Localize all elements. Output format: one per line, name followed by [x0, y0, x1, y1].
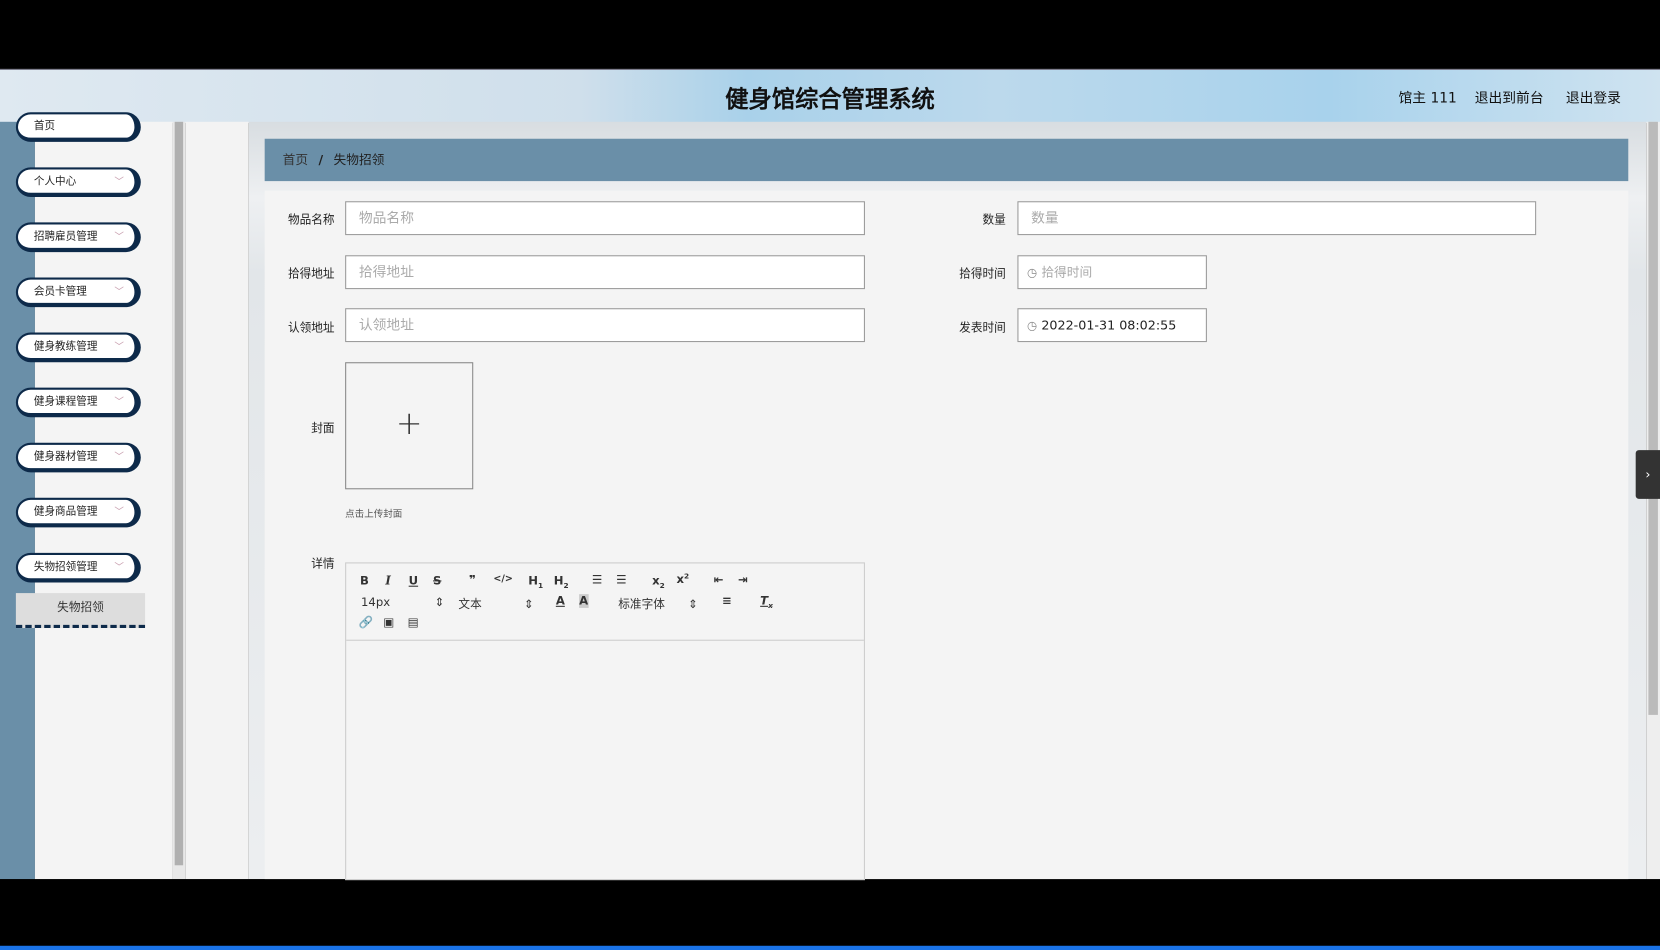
breadcrumb: 首页 / 失物招领 — [264, 138, 1629, 182]
menu-label: 招聘雇员管理 — [33, 230, 98, 243]
claim-address-label: 认领地址 — [287, 320, 335, 335]
heading-value: 文本 — [458, 597, 482, 612]
breadcrumb-home[interactable]: 首页 — [283, 153, 308, 168]
sidebar-item-home[interactable]: 首页 — [15, 112, 141, 142]
background-color-icon[interactable]: A — [579, 594, 589, 608]
quantity-label: 数量 — [982, 212, 1006, 227]
align-icon[interactable]: ≡ — [722, 594, 732, 608]
breadcrumb-separator: / — [318, 152, 324, 168]
menu-label: 首页 — [33, 120, 56, 133]
chevron-down-icon: ﹀ — [114, 507, 124, 518]
sidebar-subitem-lost-found[interactable]: 失物招领 — [15, 593, 146, 629]
plus-icon: + — [395, 405, 423, 443]
indent-icon[interactable]: ⇥ — [738, 573, 748, 587]
select-arrows-icon: ⇕ — [434, 595, 445, 609]
editor-content[interactable] — [346, 641, 864, 880]
found-address-input[interactable] — [345, 255, 865, 290]
chevron-down-icon: ﹀ — [114, 452, 124, 463]
chevron-down-icon: ﹀ — [114, 342, 124, 353]
rich-text-editor: B I U S ❞ </> H1 H2 ☰ ☰ x2 x2 ⇤ ⇥ 14px ⇕ … — [345, 562, 865, 881]
name-input[interactable] — [345, 201, 865, 236]
chevron-down-icon: ﹀ — [114, 231, 124, 243]
chevron-down-icon: ﹀ — [114, 397, 124, 408]
italic-icon[interactable]: I — [385, 574, 390, 588]
found-address-label: 拾得地址 — [287, 266, 335, 281]
sidebar-item-coach[interactable]: 健身教练管理 ﹀ — [15, 332, 141, 363]
superscript-icon[interactable]: x2 — [677, 572, 690, 586]
image-icon[interactable]: ▣ — [383, 615, 394, 629]
menu-label: 健身器材管理 — [33, 451, 98, 463]
sidebar-item-staff[interactable]: 招聘雇员管理 ﹀ — [15, 222, 141, 253]
bullet-list-icon[interactable]: ☰ — [616, 573, 626, 587]
code-icon[interactable]: </> — [493, 574, 512, 585]
strike-icon[interactable]: S — [433, 574, 441, 588]
user-name: 馆主 111 — [1398, 91, 1457, 107]
menu-label: 个人中心 — [33, 175, 77, 188]
clock-icon: ◷ — [1026, 265, 1038, 280]
video-icon[interactable]: ▤ — [408, 615, 419, 629]
progress-line — [0, 945, 1660, 950]
to-front-link[interactable]: 退出到前台 — [1475, 87, 1544, 107]
font-family-select[interactable]: 标准字体 ⇕ — [618, 595, 698, 612]
underline-icon[interactable]: U — [409, 574, 418, 588]
sidebar-item-membership[interactable]: 会员卡管理 ﹀ — [15, 277, 141, 308]
cover-upload[interactable]: + — [345, 362, 474, 490]
sidebar-item-profile[interactable]: 个人中心 ﹀ — [15, 167, 141, 197]
sidebar-item-equipment[interactable]: 健身器材管理 ﹀ — [15, 442, 141, 473]
found-time-label: 拾得时间 — [959, 266, 1006, 281]
name-label: 物品名称 — [287, 212, 335, 227]
sidebar-item-lost-found[interactable]: 失物招领管理 ﹀ — [15, 552, 141, 583]
cover-label: 封面 — [311, 421, 335, 436]
subscript-icon[interactable]: x2 — [652, 574, 665, 590]
editor-toolbar: B I U S ❞ </> H1 H2 ☰ ☰ x2 x2 ⇤ ⇥ 14px ⇕ … — [346, 563, 864, 641]
bold-icon[interactable]: B — [360, 574, 369, 588]
main-gutter — [185, 121, 249, 880]
select-arrows-icon: ⇕ — [688, 597, 698, 612]
ordered-list-icon[interactable]: ☰ — [592, 573, 602, 587]
menu-label: 失物招领管理 — [33, 561, 98, 573]
blockquote-icon[interactable]: ❞ — [469, 573, 476, 587]
sidebar-item-goods[interactable]: 健身商品管理 ﹀ — [15, 497, 141, 528]
menu-label: 健身商品管理 — [33, 506, 98, 518]
font-color-icon[interactable]: A — [556, 594, 565, 608]
chevron-down-icon: ﹀ — [114, 176, 124, 188]
menu-label: 会员卡管理 — [33, 285, 87, 298]
link-icon[interactable]: 🔗 — [359, 615, 374, 629]
menu-label: 健身课程管理 — [33, 396, 98, 408]
chevron-down-icon: ﹀ — [114, 562, 124, 573]
found-time-placeholder: 拾得时间 — [1041, 264, 1093, 280]
sidebar-scrollbar[interactable] — [172, 121, 186, 880]
heading-select[interactable]: 文本 ⇕ — [458, 595, 533, 612]
select-arrows-icon: ⇕ — [524, 597, 534, 612]
clock-icon: ◷ — [1026, 318, 1038, 333]
publish-time-label: 发表时间 — [959, 320, 1006, 335]
chevron-right-icon[interactable]: › — [1635, 450, 1660, 499]
quantity-input[interactable] — [1017, 201, 1537, 236]
clear-format-icon[interactable]: Tx — [760, 594, 773, 610]
logout-link[interactable]: 退出登录 — [1566, 87, 1621, 107]
publish-time-value: 2022-01-31 08:02:55 — [1041, 317, 1177, 333]
sidebar-item-course[interactable]: 健身课程管理 ﹀ — [15, 387, 141, 418]
chevron-down-icon: ﹀ — [114, 287, 124, 298]
found-time-picker[interactable]: ◷ 拾得时间 — [1017, 255, 1207, 290]
publish-time-picker[interactable]: ◷ 2022-01-31 08:02:55 — [1017, 308, 1207, 343]
h1-icon[interactable]: H1 — [528, 574, 543, 590]
claim-address-input[interactable] — [345, 308, 865, 343]
menu-label: 健身教练管理 — [33, 341, 98, 353]
cover-hint: 点击上传封面 — [345, 509, 403, 521]
h2-icon[interactable]: H2 — [554, 574, 569, 590]
breadcrumb-current: 失物招领 — [333, 152, 385, 168]
outdent-icon[interactable]: ⇤ — [714, 573, 724, 587]
detail-label: 详情 — [311, 557, 335, 571]
font-size-select[interactable]: 14px ⇕ — [361, 595, 444, 609]
font-size-value: 14px — [361, 595, 391, 609]
page-scrollbar[interactable] — [1646, 121, 1660, 880]
font-family-value: 标准字体 — [618, 597, 665, 612]
